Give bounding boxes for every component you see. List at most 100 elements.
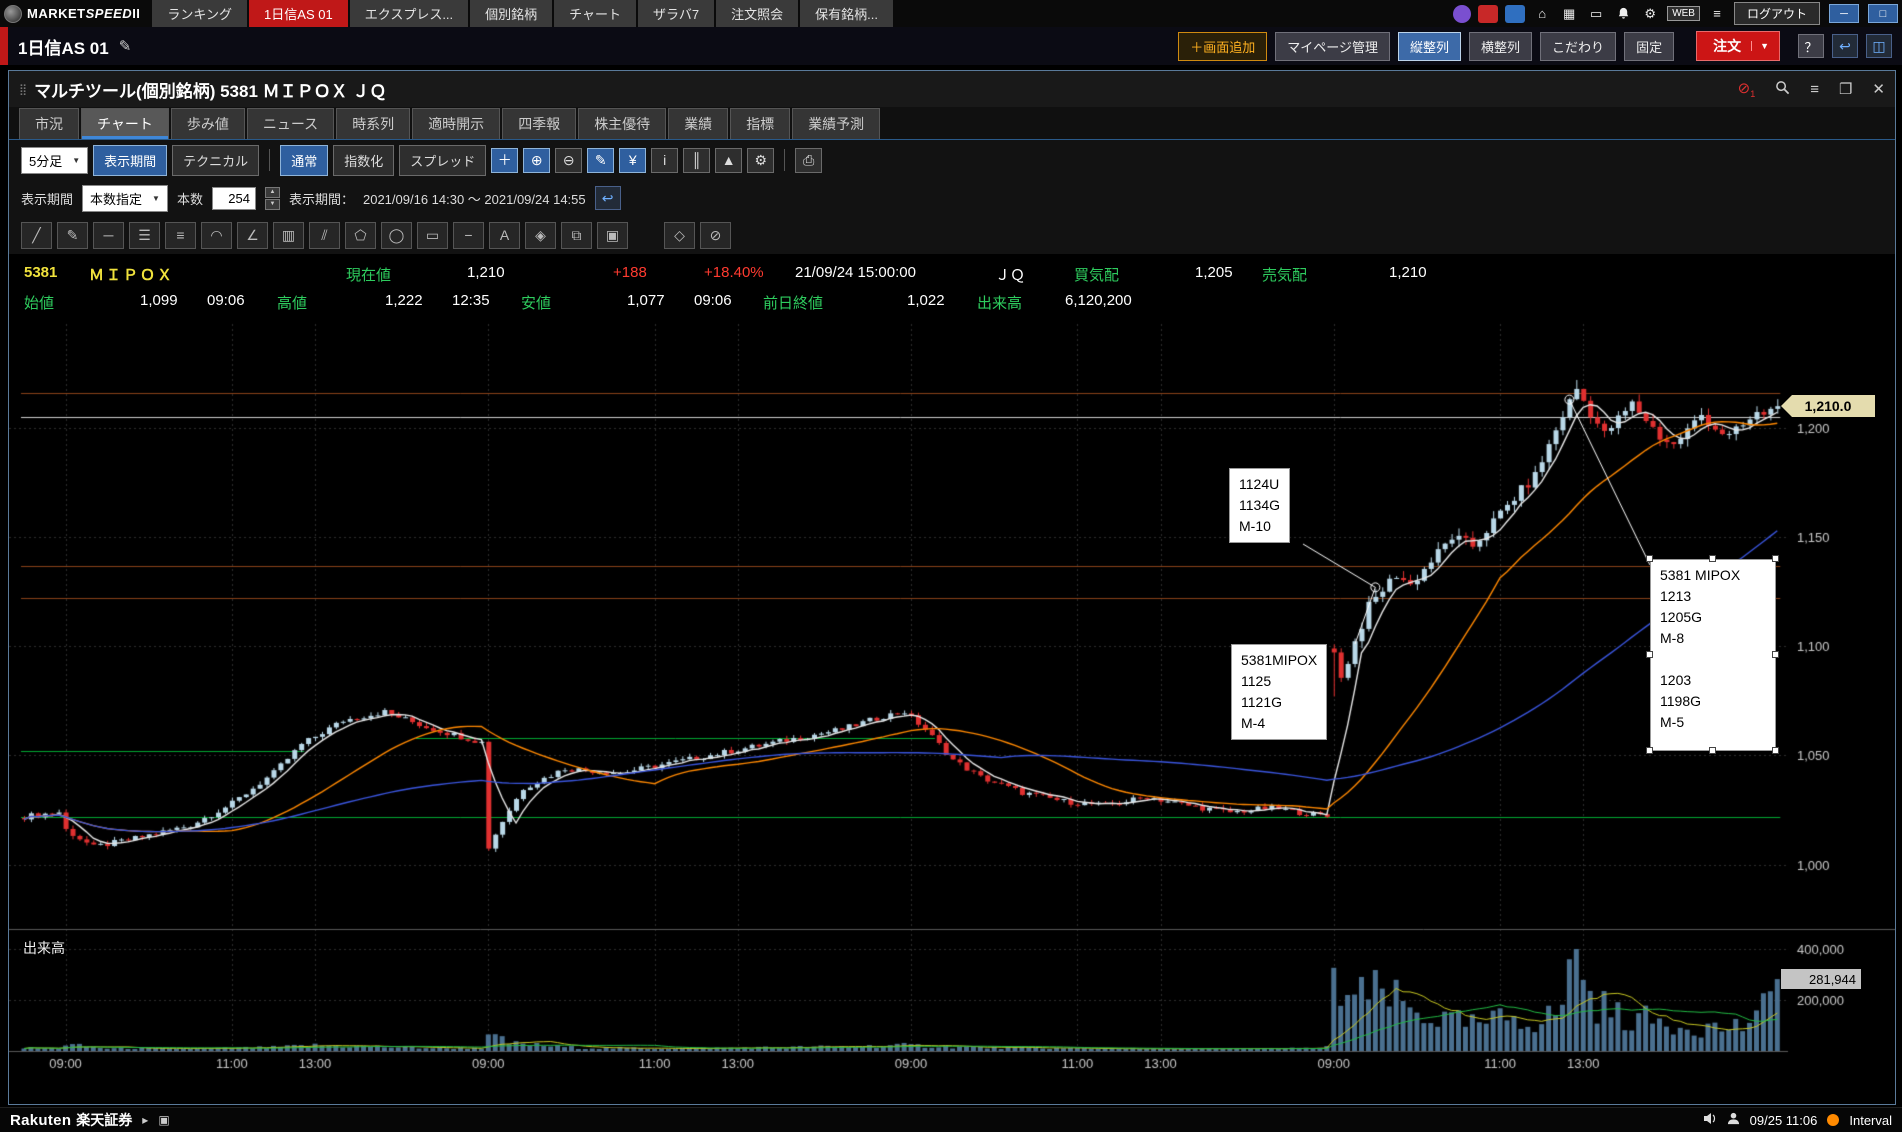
draw-hbar-icon[interactable]: − xyxy=(453,222,484,249)
link-group-icon[interactable]: ⊘1 xyxy=(1738,79,1756,99)
order-button[interactable]: 注文 ▼ xyxy=(1696,31,1780,61)
news-app-icon[interactable] xyxy=(1505,5,1525,23)
indexed-mode-button[interactable]: 指数化 xyxy=(333,145,394,176)
mypage-manage-button[interactable]: マイページ管理 xyxy=(1275,32,1390,61)
tab-shareholder-benefit[interactable]: 株主優待 xyxy=(578,108,666,139)
technical-button[interactable]: テクニカル xyxy=(172,145,259,176)
drag-grip-icon[interactable]: ⣿ xyxy=(19,83,26,96)
multi-screen-icon[interactable]: ▦ xyxy=(1559,5,1579,23)
help-button[interactable]: ？ xyxy=(1798,34,1824,58)
display-period-button[interactable]: 表示期間 xyxy=(93,145,167,176)
draw-delete-icon[interactable]: ⊘ xyxy=(700,222,731,249)
zoom-out-icon[interactable]: ⊖ xyxy=(555,148,582,173)
top-tab-chart[interactable]: チャート xyxy=(554,0,636,27)
logout-button[interactable]: ログアウト xyxy=(1734,2,1820,25)
selection-handle[interactable] xyxy=(1646,651,1653,658)
tab-disclosure[interactable]: 適時開示 xyxy=(412,108,500,139)
draw-pentagon-icon[interactable]: ⬠ xyxy=(345,222,376,249)
draw-copy-icon[interactable]: ⧉ xyxy=(561,222,592,249)
horizontal-align-button[interactable]: 横整列 xyxy=(1469,32,1532,61)
draw-icon-stamp-icon[interactable]: ◈ xyxy=(525,222,556,249)
kodawari-button[interactable]: こだわり xyxy=(1540,32,1616,61)
close-window-icon[interactable]: ✕ xyxy=(1872,80,1885,98)
top-tab-1day-margin[interactable]: 1日信AS 01 xyxy=(249,0,348,27)
user-icon[interactable] xyxy=(1727,1112,1740,1128)
draw-angle-icon[interactable]: ∠ xyxy=(237,222,268,249)
chart-app-icon[interactable] xyxy=(1453,5,1471,23)
add-indicator-plus-icon[interactable]: ＋ xyxy=(491,148,518,173)
add-screen-button[interactable]: ＋画面追加 xyxy=(1178,32,1267,61)
restore-window-icon[interactable]: ❐ xyxy=(1839,80,1852,98)
pin-fixed-button[interactable]: 固定 xyxy=(1624,32,1674,61)
selection-handle[interactable] xyxy=(1772,651,1779,658)
draw-hlines-multi-icon[interactable]: ☰ xyxy=(129,222,160,249)
bar-count-input[interactable] xyxy=(212,187,256,210)
draw-trendline-icon[interactable]: ╱ xyxy=(21,222,52,249)
stepper-down-icon[interactable]: ▼ xyxy=(265,199,280,210)
draw-channel-icon[interactable]: ⫽ xyxy=(309,222,340,249)
minimize-button[interactable]: ─ xyxy=(1829,4,1859,23)
zoom-in-icon[interactable]: ⊕ xyxy=(523,148,550,173)
info-icon[interactable]: i xyxy=(651,148,678,173)
tab-tick[interactable]: 歩み値 xyxy=(171,108,245,139)
tab-news[interactable]: ニュース xyxy=(247,108,334,139)
vertical-align-button[interactable]: 縦整列 xyxy=(1398,32,1461,61)
selection-handle[interactable] xyxy=(1709,747,1716,754)
tab-shikiho[interactable]: 四季報 xyxy=(502,108,576,139)
price-chart-canvas[interactable] xyxy=(9,318,1895,1104)
back-navigation-icon[interactable]: ↩ xyxy=(1832,34,1858,58)
tab-indicators[interactable]: 指標 xyxy=(730,108,790,139)
tab-chart[interactable]: チャート xyxy=(81,108,169,139)
speaker-icon[interactable] xyxy=(1703,1112,1717,1128)
window-box-icon[interactable]: ▣ xyxy=(158,1113,169,1127)
spread-mode-button[interactable]: スプレッド xyxy=(399,145,486,176)
draw-arc-icon[interactable]: ◠ xyxy=(201,222,232,249)
top-tab-order-inquiry[interactable]: 注文照会 xyxy=(716,0,798,27)
home-icon[interactable]: ⌂ xyxy=(1532,5,1552,23)
tab-time-series[interactable]: 時系列 xyxy=(336,108,410,139)
trade-marker-note-3-selected[interactable]: 5381 MIPOX 1213 1205G M-8 1203 1198G M-5 xyxy=(1650,559,1776,751)
selection-handle[interactable] xyxy=(1646,747,1653,754)
reset-period-undo-icon[interactable]: ↩ xyxy=(595,186,621,210)
tab-forecast[interactable]: 業績予測 xyxy=(792,108,880,139)
top-tab-ranking[interactable]: ランキング xyxy=(152,0,247,27)
marketspeed-app-icon[interactable] xyxy=(1478,5,1498,23)
draw-parallel-lines-icon[interactable]: ≡ xyxy=(165,222,196,249)
edit-title-pencil-icon[interactable]: ✎ xyxy=(119,37,132,55)
draw-hline-icon[interactable]: ─ xyxy=(93,222,124,249)
search-icon[interactable] xyxy=(1775,80,1790,99)
layout-switch-icon[interactable]: ◫ xyxy=(1866,34,1892,58)
normal-mode-button[interactable]: 通常 xyxy=(280,145,328,176)
draw-circle-icon[interactable]: ◯ xyxy=(381,222,412,249)
tab-results[interactable]: 業績 xyxy=(668,108,728,139)
yen-price-icon[interactable]: ¥ xyxy=(619,148,646,173)
selection-handle[interactable] xyxy=(1709,555,1716,562)
selection-handle[interactable] xyxy=(1772,555,1779,562)
window-menu-icon[interactable]: ≡ xyxy=(1810,81,1819,98)
draw-text-icon[interactable]: A xyxy=(489,222,520,249)
menu-icon[interactable]: ≡ xyxy=(1707,5,1727,23)
candle-style-icon[interactable]: ║ xyxy=(683,148,710,173)
top-tab-holdings[interactable]: 保有銘柄... xyxy=(800,0,893,27)
web-badge[interactable]: WEB xyxy=(1667,6,1700,21)
top-tab-zaraba7[interactable]: ザラバ7 xyxy=(638,0,714,27)
maximize-button[interactable]: □ xyxy=(1868,4,1898,23)
monitor-icon[interactable]: ▭ xyxy=(1586,5,1606,23)
window-titlebar[interactable]: ⣿ マルチツール(個別銘柄) 5381 ＭＩＰＯＸ ＪＱ ⊘1 ≡ ❐ ✕ xyxy=(9,71,1895,107)
gear-icon[interactable]: ⚙ xyxy=(1640,5,1660,23)
draw-select-diamond-icon[interactable]: ◇ xyxy=(664,222,695,249)
top-tab-individual-stock[interactable]: 個別銘柄 xyxy=(470,0,552,27)
period-mode-select[interactable]: 本数指定▼ xyxy=(82,185,168,212)
trade-marker-note-2[interactable]: 5381MIPOX 1125 1121G M-4 xyxy=(1231,644,1327,740)
print-icon[interactable]: ⎙ xyxy=(795,148,822,173)
settings-wrench-icon[interactable]: ⚙ xyxy=(747,148,774,173)
bell-icon[interactable] xyxy=(1613,5,1633,23)
selection-handle[interactable] xyxy=(1772,747,1779,754)
tab-market-overview[interactable]: 市況 xyxy=(19,108,79,139)
draw-vlines-icon[interactable]: ▥ xyxy=(273,222,304,249)
top-tab-express[interactable]: エクスプレス... xyxy=(350,0,468,27)
stepper-up-icon[interactable]: ▲ xyxy=(265,187,280,198)
draw-rectangle-icon[interactable]: ▭ xyxy=(417,222,448,249)
mountain-style-icon[interactable]: ▲ xyxy=(715,148,742,173)
play-icon[interactable]: ▸ xyxy=(142,1113,148,1127)
